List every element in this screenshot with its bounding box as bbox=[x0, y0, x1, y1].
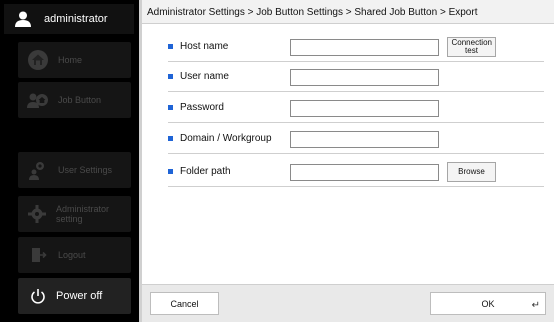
host-name-label: Host name bbox=[180, 41, 229, 52]
sidebar-item-label: Administrator setting bbox=[55, 204, 109, 224]
domain-workgroup-label: Domain / Workgroup bbox=[180, 133, 272, 144]
user-name-input[interactable] bbox=[290, 69, 439, 86]
bullet-marker bbox=[168, 105, 173, 110]
form-row-user-name: User name bbox=[168, 63, 544, 92]
folder-path-label: Folder path bbox=[180, 166, 231, 177]
logout-icon bbox=[26, 243, 50, 267]
sidebar-item-label: Logout bbox=[58, 250, 86, 260]
sidebar-item-job-button[interactable]: Job Button bbox=[18, 82, 131, 118]
bullet-marker bbox=[168, 74, 173, 79]
enter-icon: ↵ bbox=[531, 300, 540, 311]
admin-gear-icon bbox=[26, 202, 48, 226]
form-row-password: Password bbox=[168, 94, 544, 123]
user-header: administrator bbox=[4, 4, 134, 34]
bullet-marker bbox=[168, 169, 173, 174]
power-off-label: Power off bbox=[56, 290, 103, 302]
form-row-folder-path: Folder path Browse bbox=[168, 158, 544, 187]
footer-bar: Cancel OK ↵ bbox=[142, 284, 554, 322]
browse-button[interactable]: Browse bbox=[447, 162, 496, 182]
bullet-marker bbox=[168, 44, 173, 49]
sidebar-item-home[interactable]: Home bbox=[18, 42, 131, 78]
power-icon bbox=[28, 286, 48, 306]
main-panel: Administrator Settings > Job Button Sett… bbox=[142, 0, 554, 322]
form-row-domain-workgroup: Domain / Workgroup bbox=[168, 125, 544, 154]
password-label: Password bbox=[180, 102, 224, 113]
home-icon bbox=[26, 48, 50, 72]
breadcrumb: Administrator Settings > Job Button Sett… bbox=[142, 0, 554, 24]
sidebar-item-user-settings[interactable]: User Settings bbox=[18, 152, 131, 188]
sidebar: administrator Home Job Button User Setti… bbox=[0, 0, 139, 322]
user-name-label: User name bbox=[180, 71, 229, 82]
user-icon bbox=[12, 8, 34, 30]
sidebar-item-label: Home bbox=[58, 55, 83, 65]
browse-label: Browse bbox=[458, 167, 485, 176]
ok-button[interactable]: OK ↵ bbox=[430, 292, 546, 315]
sidebar-item-administrator-setting[interactable]: Administrator setting bbox=[18, 196, 131, 232]
sidebar-item-logout[interactable]: Logout bbox=[18, 237, 131, 273]
user-name-label: administrator bbox=[44, 13, 108, 25]
bullet-marker bbox=[168, 136, 173, 141]
sidebar-item-label: User Settings bbox=[58, 165, 113, 175]
password-input[interactable] bbox=[290, 100, 439, 117]
job-button-icon bbox=[26, 88, 50, 112]
domain-workgroup-input[interactable] bbox=[290, 131, 439, 148]
ok-label: OK bbox=[481, 298, 495, 309]
folder-path-input[interactable] bbox=[290, 164, 439, 181]
form-row-host-name: Host name Connection test bbox=[168, 33, 544, 62]
connection-test-label: Connection test bbox=[451, 38, 492, 55]
cancel-label: Cancel bbox=[170, 298, 199, 309]
sidebar-item-label: Job Button bbox=[58, 95, 102, 105]
user-settings-icon bbox=[26, 158, 50, 182]
power-off-button[interactable]: Power off bbox=[18, 278, 131, 314]
connection-test-button[interactable]: Connection test bbox=[447, 37, 496, 57]
cancel-button[interactable]: Cancel bbox=[150, 292, 219, 315]
host-name-input[interactable] bbox=[290, 39, 439, 56]
